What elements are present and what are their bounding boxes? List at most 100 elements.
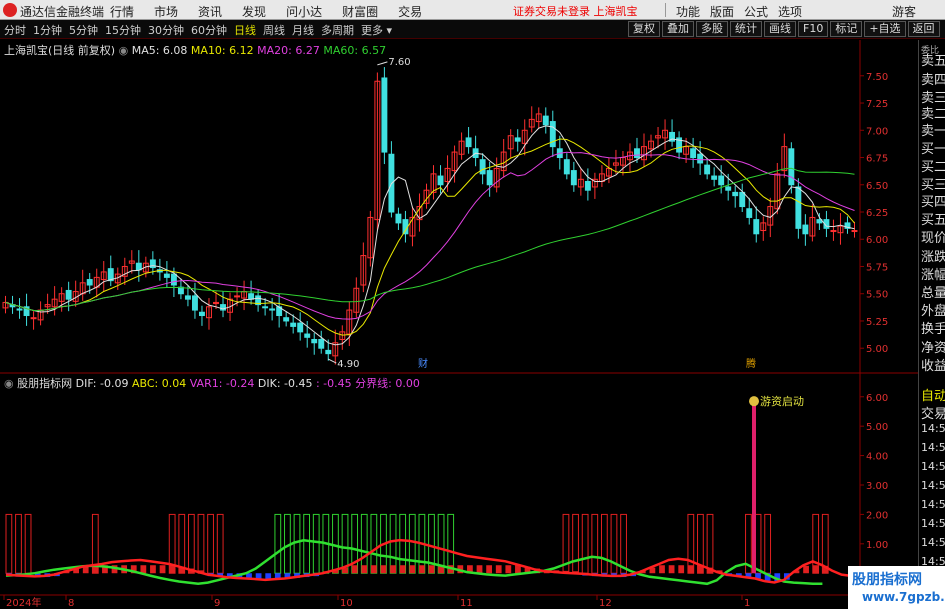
dik-label: DIK: -0.45 xyxy=(257,377,313,390)
date-label: 10 xyxy=(340,598,353,609)
indicator-column xyxy=(15,513,22,574)
price-axis-label: 7.25 xyxy=(866,99,888,110)
histogram-bar xyxy=(140,565,147,574)
candle-body xyxy=(830,230,837,233)
ma60-label: MA60: 6.57 xyxy=(323,44,387,57)
indicator-column xyxy=(24,513,32,574)
candle-body xyxy=(486,170,493,186)
menu-quotes[interactable]: 行情 xyxy=(110,3,134,20)
tick-time: 14:56 xyxy=(921,479,945,492)
abc-label: ABC: 0.04 xyxy=(131,377,187,390)
menu-ask[interactable]: 问小达 xyxy=(286,3,322,20)
indicator-column xyxy=(312,513,320,574)
login-warning[interactable]: 证券交易未登录 上海凯宝 xyxy=(513,3,638,19)
high-pointer xyxy=(377,61,388,66)
auto-trade-label-0[interactable]: 自动 xyxy=(921,385,945,404)
quote-side-panel: 委比 卖五 卖四 卖三 卖二 卖一 买一 买二 买三 买四 买五 现价 涨跌 涨幅 总量 外盘 换手 净资 收益自… xyxy=(918,40,945,600)
candle-body xyxy=(402,219,409,235)
indicator-column xyxy=(764,513,772,574)
menu-options[interactable]: 选项 xyxy=(778,3,802,20)
indicator-column xyxy=(370,513,378,574)
histogram-bar xyxy=(486,565,492,574)
indicator-column xyxy=(706,513,714,574)
add-watchlist-button[interactable]: +自选 xyxy=(864,21,906,37)
tab-5min[interactable]: 5分钟 xyxy=(69,22,98,38)
menu-discover[interactable]: 发现 xyxy=(242,3,266,20)
histogram-bar xyxy=(803,565,809,574)
tab-30min[interactable]: 30分钟 xyxy=(148,22,184,38)
date-label: 11 xyxy=(460,598,473,609)
candle-body xyxy=(711,175,718,180)
candle-body xyxy=(297,322,304,333)
quote-field-15: 换手 xyxy=(921,322,945,337)
tab-1min[interactable]: 1分钟 xyxy=(33,22,62,38)
event-marker-tencent: 腾 xyxy=(746,357,756,370)
indicator-column xyxy=(187,513,195,574)
watermark-url: www.7gpzb.com xyxy=(862,590,945,604)
tab-monthly[interactable]: 月线 xyxy=(292,22,314,38)
candle-body xyxy=(283,317,290,322)
menu-news[interactable]: 资讯 xyxy=(198,3,222,20)
tick-time: 14:56 xyxy=(921,498,945,511)
histogram-bar xyxy=(361,565,368,574)
candle-body xyxy=(311,338,318,344)
menu-formula[interactable]: 公式 xyxy=(744,3,768,20)
candle-body xyxy=(170,273,177,286)
candle-body xyxy=(479,159,486,175)
candle-body xyxy=(199,311,205,317)
ma5-label: MA5: 6.08 xyxy=(131,44,188,57)
indicator-column xyxy=(620,513,627,574)
indicator-column xyxy=(303,513,311,574)
candle-body xyxy=(437,175,444,186)
tab-timeshare[interactable]: 分时 xyxy=(4,22,26,38)
candle-body xyxy=(318,338,325,349)
adjust-button[interactable]: 复权 xyxy=(628,21,660,37)
candle-body xyxy=(634,148,640,159)
indicator-axis-label: 2.00 xyxy=(866,510,888,521)
candle-body xyxy=(739,191,746,208)
back-button[interactable]: 返回 xyxy=(907,21,940,37)
settings-dot-icon[interactable]: ◉ xyxy=(119,44,132,57)
menu-wealth[interactable]: 财富圈 xyxy=(342,3,378,20)
candle-body xyxy=(304,333,311,338)
tab-multi-period[interactable]: 多周期 xyxy=(321,22,354,38)
histogram-bar xyxy=(351,565,358,574)
indicator-column xyxy=(572,513,579,574)
multi-stock-button[interactable]: 多股 xyxy=(696,21,728,37)
draw-line-button[interactable]: 画线 xyxy=(764,21,796,37)
kline-svg[interactable]: 7.50 7.25 7.00 6.75 6.50 6.25 6.00 5.75 5.50 5.25… xyxy=(0,40,945,609)
histogram-bar xyxy=(505,565,512,574)
main-menu: 行情 市场 资讯 发现 问小达 财富圈 交易 xyxy=(110,3,422,20)
menu-function[interactable]: 功能 xyxy=(676,3,700,20)
histogram-bar xyxy=(812,565,819,574)
candle-body xyxy=(746,208,753,218)
tab-weekly[interactable]: 周线 xyxy=(263,22,285,38)
histogram-bar xyxy=(159,565,166,574)
menu-separator xyxy=(665,3,666,17)
menu-trade[interactable]: 交易 xyxy=(398,3,422,20)
high-price-label: 7.60 xyxy=(388,57,410,68)
f10-button[interactable]: F10 xyxy=(798,21,829,37)
quote-field-1: 卖四 xyxy=(921,73,945,88)
tab-60min[interactable]: 60分钟 xyxy=(191,22,227,38)
indicator-axis-label: 3.00 xyxy=(866,481,888,492)
stats-button[interactable]: 统计 xyxy=(730,21,762,37)
chart-area[interactable]: 7.50 7.25 7.00 6.75 6.50 6.25 6.00 5.75 5.50 5.25… xyxy=(0,40,945,609)
tab-daily[interactable]: 日线 xyxy=(234,22,256,38)
auto-trade-label-1[interactable]: 交易 xyxy=(921,403,945,422)
tab-15min[interactable]: 15分钟 xyxy=(105,22,141,38)
histogram-bar xyxy=(495,565,502,574)
histogram-bar xyxy=(390,565,396,574)
indicator-dot-icon[interactable]: ◉ xyxy=(4,377,17,390)
mark-button[interactable]: 标记 xyxy=(830,21,863,37)
overlay-button[interactable]: 叠加 xyxy=(662,21,694,37)
quote-field-0: 卖五 xyxy=(921,54,945,69)
tab-more[interactable]: 更多 ▾ xyxy=(361,22,392,38)
menu-market[interactable]: 市场 xyxy=(154,3,178,20)
price-axis-label: 5.25 xyxy=(866,317,888,328)
guest-button[interactable]: 游客 xyxy=(892,3,916,20)
menu-layout[interactable]: 版面 xyxy=(710,3,734,20)
price-axis-label: 6.25 xyxy=(866,208,888,219)
indicator-column xyxy=(341,513,349,574)
quote-field-16: 净资 xyxy=(921,341,945,356)
